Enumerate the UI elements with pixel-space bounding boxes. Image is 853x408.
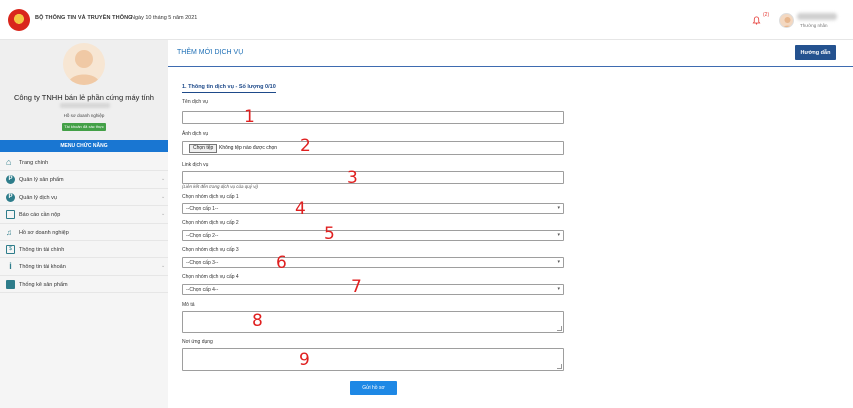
sidebar-item-label: Báo cáo cần nộp — [19, 212, 61, 219]
top-bar: ★ BỘ THÔNG TIN VÀ TRUYỀN THÔNG Ngày 10 t… — [0, 0, 853, 40]
home-icon: ⌂ — [6, 157, 12, 167]
group1-selected: --Chọn cấp 1-- — [186, 206, 219, 212]
logo-star-icon: ★ — [14, 13, 23, 24]
annotation-2: 2 — [300, 136, 311, 156]
sidebar-item-account[interactable]: i Thông tin tài khoản ⌄ — [0, 258, 168, 276]
description-textarea[interactable] — [182, 311, 564, 333]
product-icon: P — [6, 175, 15, 185]
user-avatar-icon — [783, 17, 792, 27]
service-link-hint: (Liên kết đến trang dịch vụ của quý vị) — [182, 184, 259, 189]
group1-select[interactable]: --Chọn cấp 1-- ▾ — [182, 203, 564, 214]
money-icon: $ — [6, 244, 15, 254]
resize-handle-icon[interactable] — [557, 326, 562, 331]
sidebar-item-label: Thông tin tài khoản — [19, 264, 66, 271]
annotation-6: 6 — [276, 253, 287, 273]
section-title: 1. Thông tin dịch vụ - Số lượng 0/10 — [182, 84, 276, 93]
company-id-redacted — [60, 103, 110, 108]
sidebar-item-label: Hồ sơ doanh nghiệp — [19, 229, 69, 236]
menu-header: MENU CHỨC NĂNG — [0, 140, 168, 152]
service-image-file-input[interactable]: Chọn tệp Không tệp nào được chọn — [182, 141, 564, 155]
sidebar-item-services[interactable]: P Quản lý dịch vụ ⌄ — [0, 189, 168, 207]
annotation-3: 3 — [347, 168, 358, 188]
service-link-label: Link dịch vụ — [182, 162, 209, 168]
group3-selected: --Chọn cấp 3-- — [186, 260, 219, 266]
book-icon — [6, 279, 15, 289]
sidebar-item-products[interactable]: P Quản lý sản phẩm ⌄ — [0, 171, 168, 189]
user-name-redacted — [797, 13, 837, 20]
annotation-7: 7 — [351, 277, 362, 297]
submit-button[interactable]: Gửi hồ sơ — [350, 381, 397, 395]
current-date: Ngày 10 tháng 5 năm 2021 — [131, 15, 198, 21]
resize-handle-icon[interactable] — [557, 364, 562, 369]
file-status: Không tệp nào được chọn — [219, 145, 278, 151]
chevron-down-icon: ⌄ — [161, 193, 166, 200]
service-image-label: Ảnh dịch vụ — [182, 131, 209, 137]
service-link-input[interactable] — [182, 171, 564, 184]
sidebar-item-home[interactable]: ⌂ Trang chính — [0, 154, 168, 172]
application-label: Nơi ứng dụng — [182, 339, 213, 345]
sidebar-item-product-stats[interactable]: Thống kê sản phẩm — [0, 276, 168, 294]
group2-selected: --Chọn cấp 2-- — [186, 233, 219, 239]
sidebar-item-label: Trang chính — [19, 160, 49, 166]
sidebar-menu: ⌂ Trang chính P Quản lý sản phẩm ⌄ P Quả… — [0, 154, 168, 294]
annotation-4: 4 — [295, 199, 306, 219]
annotation-1: 1 — [244, 107, 255, 127]
main-content: THÊM MỚI DỊCH VỤ Hướng dẫn 1. Thông tin … — [168, 40, 853, 408]
sidebar-item-label: Thống kê sản phẩm — [19, 281, 68, 288]
application-textarea[interactable] — [182, 348, 564, 371]
chevron-down-icon: ▾ — [557, 259, 560, 265]
annotation-8: 8 — [252, 311, 263, 331]
company-avatar — [63, 43, 105, 85]
company-name: Công ty TNHH bán lẻ phần cứng máy tính — [14, 93, 154, 102]
chevron-down-icon: ▾ — [557, 205, 560, 211]
choose-file-button[interactable]: Chọn tệp — [189, 144, 218, 153]
profile-panel: Công ty TNHH bán lẻ phần cứng máy tính H… — [0, 40, 168, 140]
sidebar-item-label: Thông tin tài chính — [19, 246, 65, 253]
verified-status-badge: Tài khoản đã xác thực — [62, 123, 106, 131]
annotation-5: 5 — [324, 224, 335, 244]
service-name-label: Tên dịch vụ — [182, 99, 208, 105]
sidebar-item-company-profile[interactable]: ♫ Hồ sơ doanh nghiệp — [0, 224, 168, 241]
service-name-input[interactable] — [182, 111, 564, 124]
chevron-down-icon: ⌄ — [161, 176, 166, 183]
title-divider — [168, 66, 853, 67]
description-label: Mô tả — [182, 302, 195, 308]
user-role: Thường nhân — [800, 23, 828, 28]
company-profile-link[interactable]: Hồ sơ doanh nghiệp — [0, 113, 168, 118]
group2-label: Chọn nhóm dịch vụ cấp 2 — [182, 220, 239, 226]
notification-count: (2) — [763, 12, 770, 18]
group1-label: Chọn nhóm dịch vụ cấp 1 — [182, 194, 239, 200]
sidebar-item-finance[interactable]: $ Thông tin tài chính — [0, 241, 168, 259]
chevron-down-icon: ▾ — [557, 286, 560, 292]
report-icon — [6, 210, 15, 220]
sidebar-item-label: Quản lý sản phẩm — [19, 177, 64, 184]
sidebar-item-reports[interactable]: Báo cáo cần nộp ⌄ — [0, 206, 168, 224]
chevron-down-icon: ⌄ — [161, 263, 166, 270]
help-button[interactable]: Hướng dẫn — [795, 45, 836, 60]
user-avatar[interactable] — [779, 13, 794, 28]
service-icon: P — [6, 192, 15, 202]
group3-label: Chọn nhóm dịch vụ cấp 3 — [182, 247, 239, 253]
info-icon: i — [9, 261, 12, 272]
bell-icon: ♫ — [6, 227, 12, 237]
group3-select[interactable]: --Chọn cấp 3-- ▾ — [182, 257, 564, 268]
avatar-placeholder-icon — [68, 50, 100, 85]
chevron-down-icon: ⌄ — [161, 211, 166, 218]
annotation-9: 9 — [299, 350, 310, 370]
sidebar: Công ty TNHH bán lẻ phần cứng máy tính H… — [0, 40, 168, 408]
group4-select[interactable]: --Chọn cấp 4-- ▾ — [182, 284, 564, 295]
org-name: BỘ THÔNG TIN VÀ TRUYỀN THÔNG — [35, 15, 133, 21]
chevron-down-icon: ▾ — [557, 232, 560, 238]
group2-select[interactable]: --Chọn cấp 2-- ▾ — [182, 230, 564, 241]
sidebar-item-label: Quản lý dịch vụ — [19, 194, 57, 201]
page-title: THÊM MỚI DỊCH VỤ — [177, 49, 244, 56]
notification-bell-icon[interactable] — [752, 16, 761, 25]
group4-selected: --Chọn cấp 4-- — [186, 287, 219, 293]
group4-label: Chọn nhóm dịch vụ cấp 4 — [182, 274, 239, 280]
